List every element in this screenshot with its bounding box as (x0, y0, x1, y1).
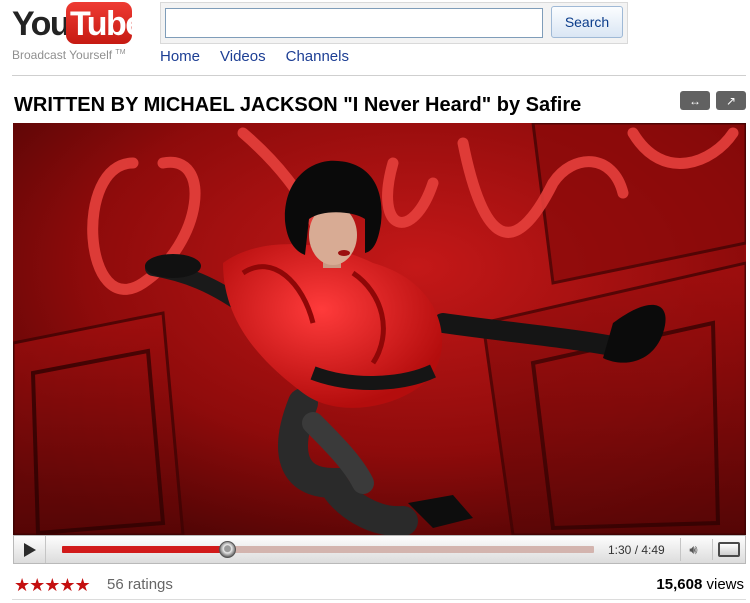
nav-home-link[interactable]: Home (160, 48, 200, 65)
video-frame-image (13, 123, 746, 535)
player-controls: 1:30 / 4:49 🔊︎ (13, 535, 746, 564)
progress-scrubber[interactable] (219, 541, 237, 558)
nav-videos-link[interactable]: Videos (220, 48, 266, 65)
tagline-text: Broadcast Yourself (12, 48, 113, 62)
search-input[interactable] (165, 8, 543, 38)
play-button[interactable] (14, 536, 46, 563)
logo-tube-badge: Tube (66, 2, 144, 44)
expand-icon: ↔ (689, 93, 701, 108)
search-bar: Search (160, 2, 628, 44)
youtube-logo[interactable]: You Tube (12, 2, 144, 46)
popout-icon: ↗ (725, 93, 737, 108)
volume-button[interactable]: 🔊︎ (680, 538, 706, 561)
fullscreen-icon (717, 542, 740, 557)
logo-tube-text: Tube (70, 5, 144, 43)
expand-player-button[interactable]: ↔ (680, 91, 710, 110)
nav-channels-link[interactable]: Channels (286, 48, 349, 65)
ratings-count: 56 ratings (107, 576, 173, 593)
logo-you-text: You (12, 5, 71, 43)
volume-icon: 🔊︎ (689, 541, 698, 557)
tagline: Broadcast Yourself TM (12, 48, 126, 62)
main-nav: Home Videos Channels (160, 48, 349, 65)
play-icon (23, 542, 36, 557)
time-display: 1:30 / 4:49 (608, 543, 665, 557)
views-number: 15,608 (656, 576, 703, 593)
views-suffix: views (702, 576, 744, 593)
progress-fill (62, 546, 228, 553)
view-count: 15,608 views (656, 576, 744, 593)
footer-divider (12, 599, 746, 600)
star-rating[interactable]: ★★★★★ (14, 575, 91, 596)
progress-bar[interactable] (62, 541, 594, 558)
trademark-mark: TM (115, 49, 126, 56)
search-button[interactable]: Search (551, 6, 623, 38)
video-title: WRITTEN BY MICHAEL JACKSON "I Never Hear… (14, 94, 582, 116)
stars-icon: ★★★★★ (14, 575, 91, 595)
video-player[interactable] (13, 123, 746, 535)
fullscreen-button[interactable] (712, 539, 744, 560)
popout-player-button[interactable]: ↗ (716, 91, 746, 110)
header-divider (12, 75, 746, 76)
